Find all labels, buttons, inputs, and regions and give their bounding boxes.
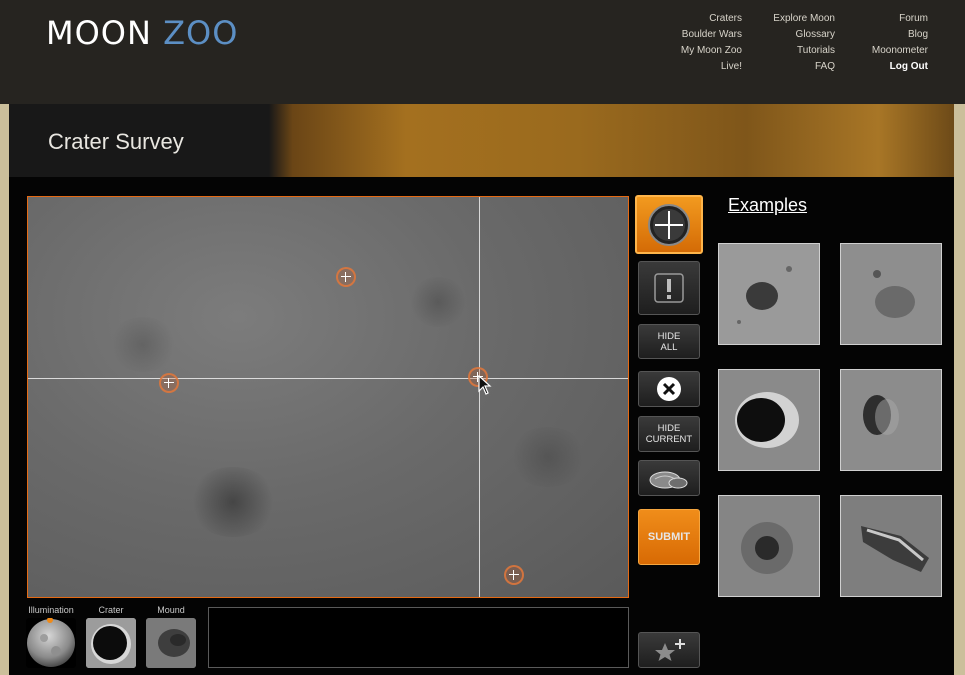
example-boulder-image [841, 496, 941, 596]
mound-reference-thumbnail [146, 618, 196, 668]
example-image[interactable] [840, 495, 942, 597]
nav-link-glossary[interactable]: Glossary [755, 27, 835, 43]
example-crater-image [841, 370, 941, 470]
favourite-button[interactable] [638, 632, 700, 668]
horizontal-guide-line [28, 378, 628, 379]
example-crater-image [719, 370, 819, 470]
boulder-tool-button[interactable] [638, 460, 700, 496]
illumination-thumbnail [26, 618, 76, 668]
example-image[interactable] [840, 369, 942, 471]
nav-link-forum[interactable]: Forum [848, 11, 928, 27]
notes-text-area[interactable] [208, 607, 629, 668]
nav-link-blog[interactable]: Blog [848, 27, 928, 43]
nav-link-log-out[interactable]: Log Out [848, 59, 928, 75]
example-crater-image [841, 244, 941, 344]
crosshair-icon [648, 203, 690, 246]
report-issue-button[interactable] [638, 261, 700, 315]
vertical-guide-line [479, 197, 480, 597]
nav-column-2: Explore Moon Glossary Tutorials FAQ [755, 11, 835, 75]
nav-link-tutorials[interactable]: Tutorials [755, 43, 835, 59]
examples-heading[interactable]: Examples [728, 195, 807, 216]
nav-link-faq[interactable]: FAQ [755, 59, 835, 75]
mouse-cursor-icon [478, 375, 492, 395]
crater-marker[interactable] [504, 565, 524, 585]
mound-label: Mound [157, 605, 185, 615]
site-header: MOON ZOO Craters Boulder Wars My Moon Zo… [0, 0, 965, 104]
page-title: Crater Survey [48, 129, 184, 154]
moon-image-viewer[interactable] [27, 196, 629, 598]
nav-column-3: Forum Blog Moonometer Log Out [848, 11, 928, 75]
title-bar: Crater Survey [9, 104, 954, 177]
surface-crater-feature [188, 467, 278, 537]
example-crater-image [719, 244, 819, 344]
submit-button[interactable]: SUBMIT [638, 509, 700, 565]
example-image[interactable] [840, 243, 942, 345]
submit-label: SUBMIT [647, 530, 691, 543]
nav-link-craters[interactable]: Craters [660, 11, 742, 27]
crater-tool-button[interactable] [635, 195, 703, 254]
mound-reference-icon [146, 618, 196, 668]
crater-reference-thumbnail [86, 618, 136, 668]
crater-marker[interactable] [336, 267, 356, 287]
nav-link-live[interactable]: Live! [660, 59, 742, 75]
surface-crater-feature [108, 317, 178, 372]
hide-all-label: HIDE ALL [657, 330, 681, 353]
example-image[interactable] [718, 369, 820, 471]
delete-marker-button[interactable] [638, 371, 700, 407]
boulder-icon [649, 471, 688, 489]
crater-marker[interactable] [159, 373, 179, 393]
logo-zoo-text: ZOO [163, 14, 239, 52]
close-icon [657, 377, 681, 401]
example-image[interactable] [718, 243, 820, 345]
nav-column-1: Craters Boulder Wars My Moon Zoo Live! [660, 11, 742, 75]
example-image[interactable] [718, 495, 820, 597]
surface-crater-feature [508, 427, 588, 487]
moon-illumination-icon [27, 618, 75, 667]
star-plus-icon [655, 639, 685, 661]
hide-current-label: HIDE CURRENT [645, 423, 693, 445]
nav-link-moonometer[interactable]: Moonometer [848, 43, 928, 59]
hide-all-button[interactable]: HIDE ALL [638, 324, 700, 359]
hide-current-button[interactable]: HIDE CURRENT [638, 416, 700, 452]
moon-zoo-logo[interactable]: MOON ZOO [46, 14, 238, 52]
nav-link-my-moon-zoo[interactable]: My Moon Zoo [660, 43, 742, 59]
nav-link-explore-moon[interactable]: Explore Moon [755, 11, 835, 27]
logo-moon-text: MOON [46, 14, 152, 52]
crater-label: Crater [98, 605, 124, 615]
example-crater-image [719, 496, 819, 596]
surface-crater-feature [408, 277, 468, 327]
exclamation-icon [654, 273, 684, 303]
nav-link-boulder-wars[interactable]: Boulder Wars [660, 27, 742, 43]
illumination-label: Illumination [28, 605, 74, 615]
crater-reference-icon [86, 618, 136, 668]
